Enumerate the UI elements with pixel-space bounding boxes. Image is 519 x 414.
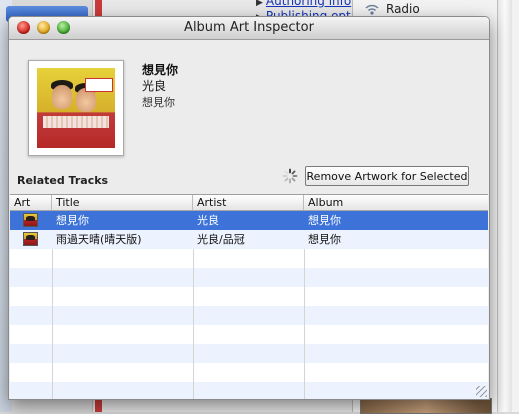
column-header-title[interactable]: Title [52,195,193,210]
background-radio-item[interactable]: Radio [364,2,420,16]
track-artwork-thumbnail [23,213,38,227]
cell-artist: 光良/品冠 [197,233,245,246]
background-scrollbar[interactable] [497,0,512,412]
track-title: 想見你 [142,63,179,77]
cell-artist: 光良 [197,214,219,227]
remove-artwork-button[interactable]: Remove Artwork for Selected [305,166,469,186]
related-tracks-label: Related Tracks [17,174,109,187]
cell-album: 想見你 [308,233,341,246]
background-link-authoring[interactable]: ▶ Authoring info [256,0,351,8]
album-artwork[interactable] [28,60,124,156]
table-header: Art Title Artist Album [10,195,488,211]
cell-title: 想見你 [56,214,89,227]
cell-title: 雨過天晴(晴天版) [56,233,142,246]
column-header-album[interactable]: Album [304,195,488,210]
window-title: Album Art Inspector [184,20,314,35]
table-row[interactable]: 想見你 光良 想見你 [10,211,488,230]
table-body: 想見你 光良 想見你 雨過天晴(晴天版) 光良/品冠 想見你 [10,211,488,399]
column-header-art[interactable]: Art [10,195,52,210]
column-divider [52,249,53,399]
album-artwork-image [37,68,115,148]
related-tracks-table: Art Title Artist Album 想見你 光良 想見你 雨過天晴(晴… [10,194,488,399]
column-header-artist[interactable]: Artist [193,195,304,210]
spinner-icon [282,168,298,184]
titlebar[interactable]: Album Art Inspector [9,17,489,40]
resize-grip-icon[interactable] [476,386,487,397]
cell-album: 想見你 [308,214,341,227]
track-artist: 光良 [142,79,167,93]
table-row[interactable]: 雨過天晴(晴天版) 光良/品冠 想見你 [10,230,488,249]
disclosure-triangle-icon: ▶ [256,0,263,8]
column-divider [304,249,305,399]
track-album: 想見你 [142,96,175,109]
radio-icon [365,4,379,15]
track-artwork-thumbnail [23,232,38,246]
album-art-inspector-window: Album Art Inspector 想見你 光良 想見你 Related T… [8,16,490,400]
column-divider [193,249,194,399]
